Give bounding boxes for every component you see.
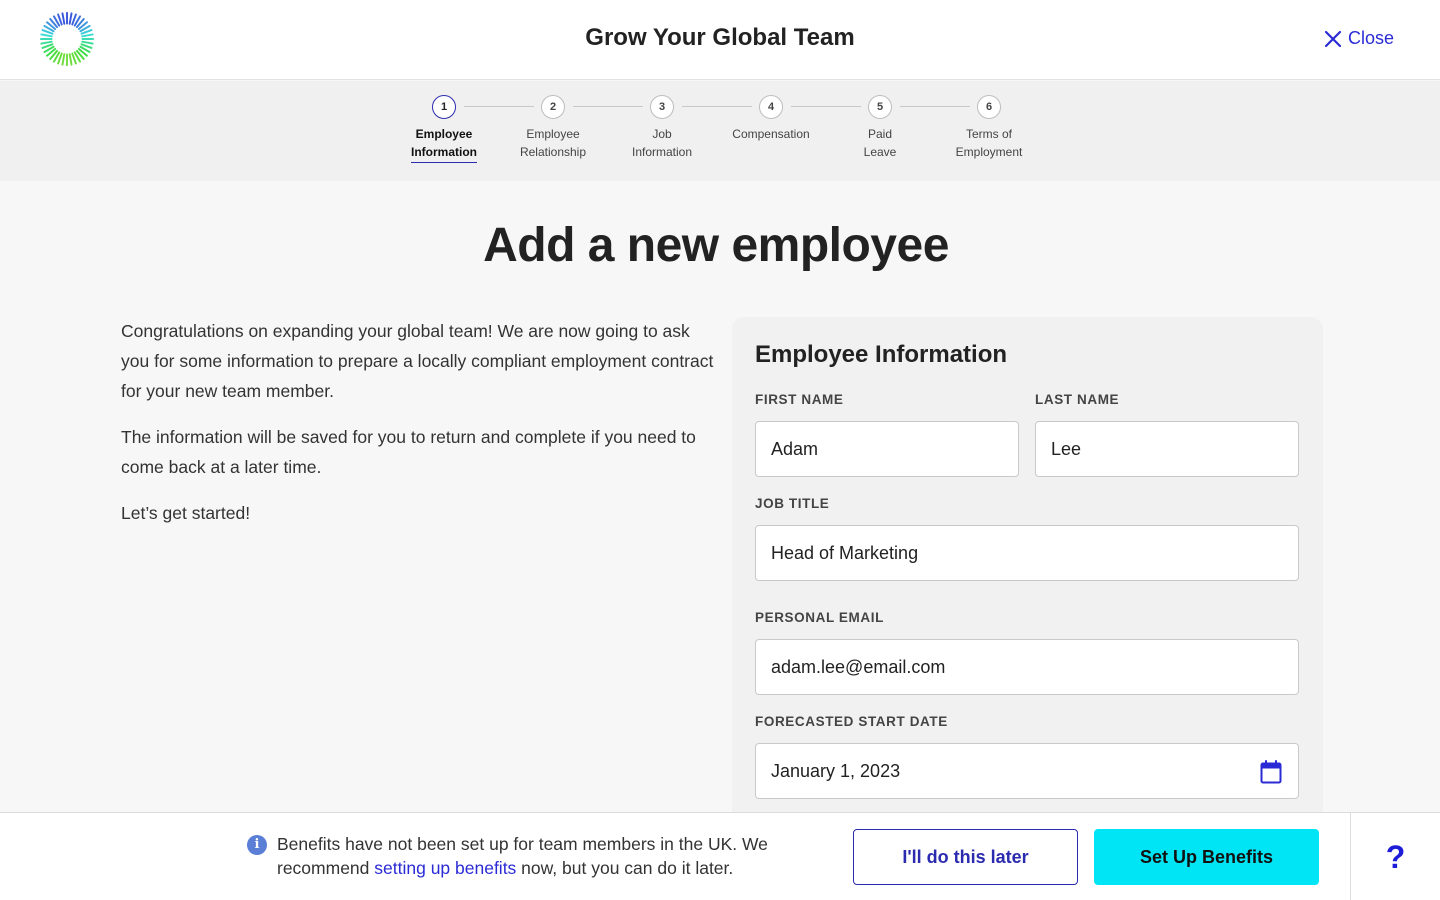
last-name-label: LAST NAME	[1035, 392, 1120, 407]
intro-paragraph: Congratulations on expanding your global…	[121, 321, 714, 401]
info-icon: i	[247, 835, 267, 855]
step-terms-of-employment[interactable]: 6 Terms of Employment	[934, 95, 1044, 161]
step-label-line1: Compensation	[732, 127, 810, 141]
first-name-label: FIRST NAME	[755, 392, 844, 407]
step-label-line1: Employee	[526, 127, 580, 141]
step-label: Paid Leave	[825, 125, 935, 161]
employee-information-card: Employee Information FIRST NAME Adam LAS…	[732, 317, 1323, 837]
step-number: 2	[541, 95, 565, 119]
step-connector	[573, 106, 643, 107]
step-label-line1: Job	[652, 127, 672, 141]
page-title: Add a new employee	[483, 219, 949, 272]
first-name-input[interactable]: Adam	[755, 421, 1019, 477]
job-title-input[interactable]: Head of Marketing	[755, 525, 1299, 581]
step-connector	[900, 106, 970, 107]
benefits-footer: i Benefits have not been set up for team…	[0, 812, 1440, 900]
progress-stepper: 1 Employee Information 2 Employee Relati…	[0, 81, 1440, 181]
step-label-line1: Terms of	[965, 127, 1012, 141]
step-label: Employee Information	[411, 125, 477, 163]
personal-email-input[interactable]: adam.lee@email.com	[755, 639, 1299, 695]
calendar-icon[interactable]	[1260, 760, 1282, 784]
step-connector	[682, 106, 752, 107]
step-job-information[interactable]: 3 Job Information	[607, 95, 717, 161]
step-label-line1: Paid	[867, 127, 893, 141]
start-date-input[interactable]: January 1, 2023	[755, 743, 1299, 799]
personal-email-label: PERSONAL EMAIL	[755, 610, 884, 625]
step-compensation[interactable]: 4 Compensation	[716, 95, 826, 143]
step-connector	[791, 106, 861, 107]
step-label: Employee Relationship	[498, 125, 608, 161]
start-date-label: FORECASTED START DATE	[755, 714, 948, 729]
header: Grow Your Global Team Close	[0, 0, 1440, 80]
set-up-benefits-button[interactable]: Set Up Benefits	[1094, 829, 1319, 885]
close-icon	[1324, 30, 1342, 47]
intro-paragraph: The information will be saved for you to…	[121, 427, 696, 477]
step-number: 5	[868, 95, 892, 119]
help-icon: ?	[1385, 838, 1406, 875]
start-date-value: January 1, 2023	[771, 760, 901, 781]
close-label: Close	[1347, 28, 1394, 48]
step-label-line2: Leave	[863, 145, 897, 159]
help-button[interactable]: ?	[1351, 813, 1440, 900]
step-connector	[464, 106, 534, 107]
step-label-line2: Information	[411, 145, 477, 159]
step-paid-leave[interactable]: 5 Paid Leave	[825, 95, 935, 161]
card-title: Employee Information	[755, 341, 1008, 368]
step-employee-relationship[interactable]: 2 Employee Relationship	[498, 95, 608, 161]
intro-paragraph: Let’s get started!	[121, 503, 251, 523]
step-label-line2: Information	[631, 145, 693, 159]
step-label: Compensation	[716, 125, 826, 143]
header-title: Grow Your Global Team	[585, 24, 855, 51]
step-label: Terms of Employment	[934, 125, 1044, 161]
job-title-label: JOB TITLE	[755, 496, 830, 511]
step-number: 3	[650, 95, 674, 119]
last-name-input[interactable]: Lee	[1035, 421, 1299, 477]
step-label: Job Information	[607, 125, 717, 161]
step-number: 1	[432, 95, 456, 119]
step-label-line2: Employment	[955, 145, 1023, 159]
step-number: 4	[759, 95, 783, 119]
step-label-line2: Relationship	[519, 145, 587, 159]
step-label-line1: Employee	[415, 127, 473, 141]
intro-text: Congratulations on expanding your global…	[121, 316, 721, 544]
step-number: 6	[977, 95, 1001, 119]
notice-text: now, but you can do it later.	[516, 858, 734, 878]
benefits-notice: Benefits have not been set up for team m…	[277, 832, 817, 880]
close-button[interactable]: Close	[1324, 28, 1394, 49]
setting-up-benefits-link[interactable]: setting up benefits	[374, 858, 516, 878]
do-this-later-button[interactable]: I'll do this later	[853, 829, 1078, 885]
